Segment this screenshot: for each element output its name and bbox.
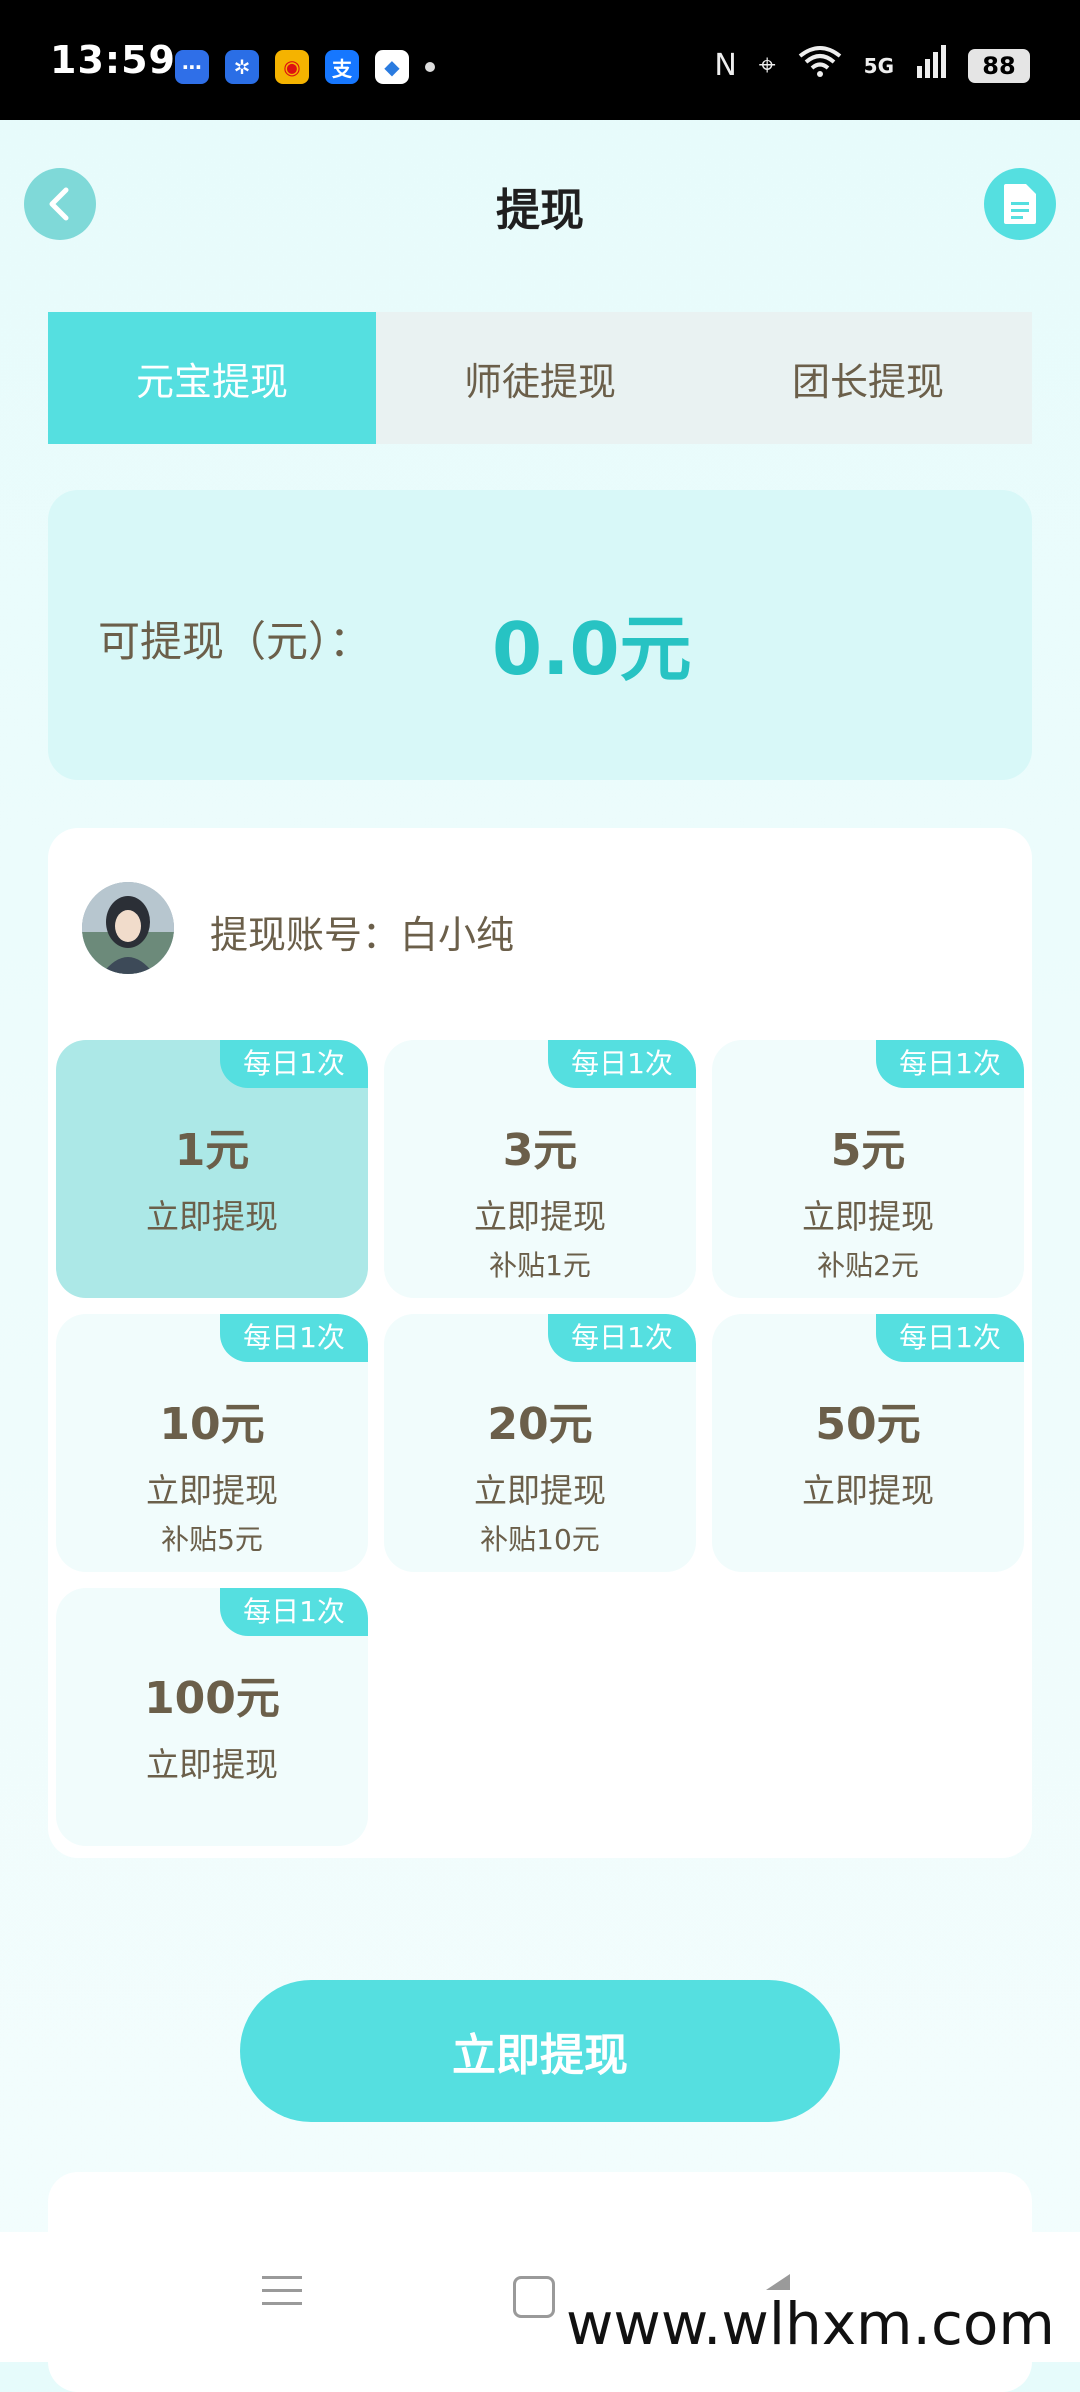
daily-limit-badge: 每日1次	[220, 1040, 368, 1088]
browser-icon: ◆	[375, 50, 409, 84]
watermark: www.wlhxm.com	[560, 2290, 1061, 2358]
tab-mentor-withdraw[interactable]: 师徒提现	[376, 312, 704, 444]
signal-icon	[916, 44, 946, 87]
amount-option[interactable]: 每日1次 5元 立即提现 补贴2元	[712, 1040, 1024, 1298]
status-bar: 13:59 ⋯ ✲ ◉ 支 ◆ N ⌖ 5G 88	[0, 0, 1080, 120]
tab-leader-withdraw[interactable]: 团长提现	[704, 312, 1032, 444]
status-right: N ⌖ 5G 88	[714, 44, 1030, 87]
option-amount: 10元	[159, 1399, 265, 1450]
withdraw-now-button[interactable]: 立即提现	[240, 1980, 840, 2122]
menu-icon[interactable]	[262, 2276, 302, 2315]
balance-card: 可提现（元）： 0.0元	[48, 490, 1032, 780]
notification-dot-icon	[425, 62, 435, 72]
page-title: 提现	[496, 185, 584, 236]
option-subsidy: 补贴10元	[480, 1523, 600, 1556]
amount-option[interactable]: 每日1次 1元 立即提现	[56, 1040, 368, 1298]
daily-limit-badge: 每日1次	[220, 1314, 368, 1362]
daily-limit-badge: 每日1次	[876, 1314, 1024, 1362]
balance-value: 0.0元	[492, 607, 692, 691]
nfc-icon: N	[714, 47, 737, 83]
balance-label: 可提现（元）：	[98, 617, 372, 666]
amount-option[interactable]: 每日1次 10元 立即提现 补贴5元	[56, 1314, 368, 1572]
amount-option[interactable]: 每日1次 20元 立即提现 补贴10元	[384, 1314, 696, 1572]
message-app-icon: ⋯	[175, 50, 209, 84]
tab-yuanbao-withdraw[interactable]: 元宝提现	[48, 312, 376, 444]
home-icon[interactable]	[513, 2276, 555, 2318]
network-type: 5G	[863, 53, 894, 78]
amount-option[interactable]: 每日1次 3元 立即提现 补贴1元	[384, 1040, 696, 1298]
amount-options: 每日1次 1元 立即提现 每日1次 3元 立即提现 补贴1元 每日1次 5元 立…	[56, 1040, 1024, 1846]
option-subsidy: 补贴2元	[817, 1249, 919, 1282]
daily-limit-badge: 每日1次	[548, 1040, 696, 1088]
option-action: 立即提现	[146, 1745, 278, 1784]
option-amount: 3元	[502, 1125, 578, 1176]
daily-limit-badge: 每日1次	[220, 1588, 368, 1636]
wifi-icon	[798, 44, 842, 87]
option-action: 立即提现	[146, 1471, 278, 1510]
option-action: 立即提现	[474, 1197, 606, 1236]
option-action: 立即提现	[802, 1471, 934, 1510]
account-label: 提现账号：白小纯	[210, 913, 515, 957]
weibo-icon: ◉	[275, 50, 309, 84]
amount-option[interactable]: 每日1次 100元 立即提现	[56, 1588, 368, 1846]
option-action: 立即提现	[802, 1197, 934, 1236]
alipay-icon: 支	[325, 50, 359, 84]
document-icon	[1004, 184, 1036, 224]
battery-indicator: 88	[968, 48, 1030, 83]
option-amount: 100元	[144, 1673, 280, 1724]
status-time: 13:59	[50, 38, 176, 82]
option-amount: 20元	[487, 1399, 593, 1450]
option-action: 立即提现	[146, 1197, 278, 1236]
account-card: 提现账号：白小纯 每日1次 1元 立即提现 每日1次 3元 立即提现 补贴1元 …	[48, 828, 1032, 1858]
option-amount: 50元	[815, 1399, 921, 1450]
option-action: 立即提现	[474, 1471, 606, 1510]
daily-limit-badge: 每日1次	[876, 1040, 1024, 1088]
fan-app-icon: ✲	[225, 50, 259, 84]
avatar	[82, 882, 174, 974]
status-app-icons: ⋯ ✲ ◉ 支 ◆	[175, 50, 435, 84]
withdraw-tabs: 元宝提现 师徒提现 团长提现	[48, 312, 1032, 444]
amount-option[interactable]: 每日1次 50元 立即提现	[712, 1314, 1024, 1572]
option-amount: 1元	[174, 1125, 250, 1176]
option-amount: 5元	[830, 1125, 906, 1176]
record-button[interactable]	[984, 168, 1056, 240]
option-subsidy: 补贴1元	[489, 1249, 591, 1282]
location-icon: ⌖	[758, 47, 776, 83]
option-subsidy: 补贴5元	[161, 1523, 263, 1556]
daily-limit-badge: 每日1次	[548, 1314, 696, 1362]
